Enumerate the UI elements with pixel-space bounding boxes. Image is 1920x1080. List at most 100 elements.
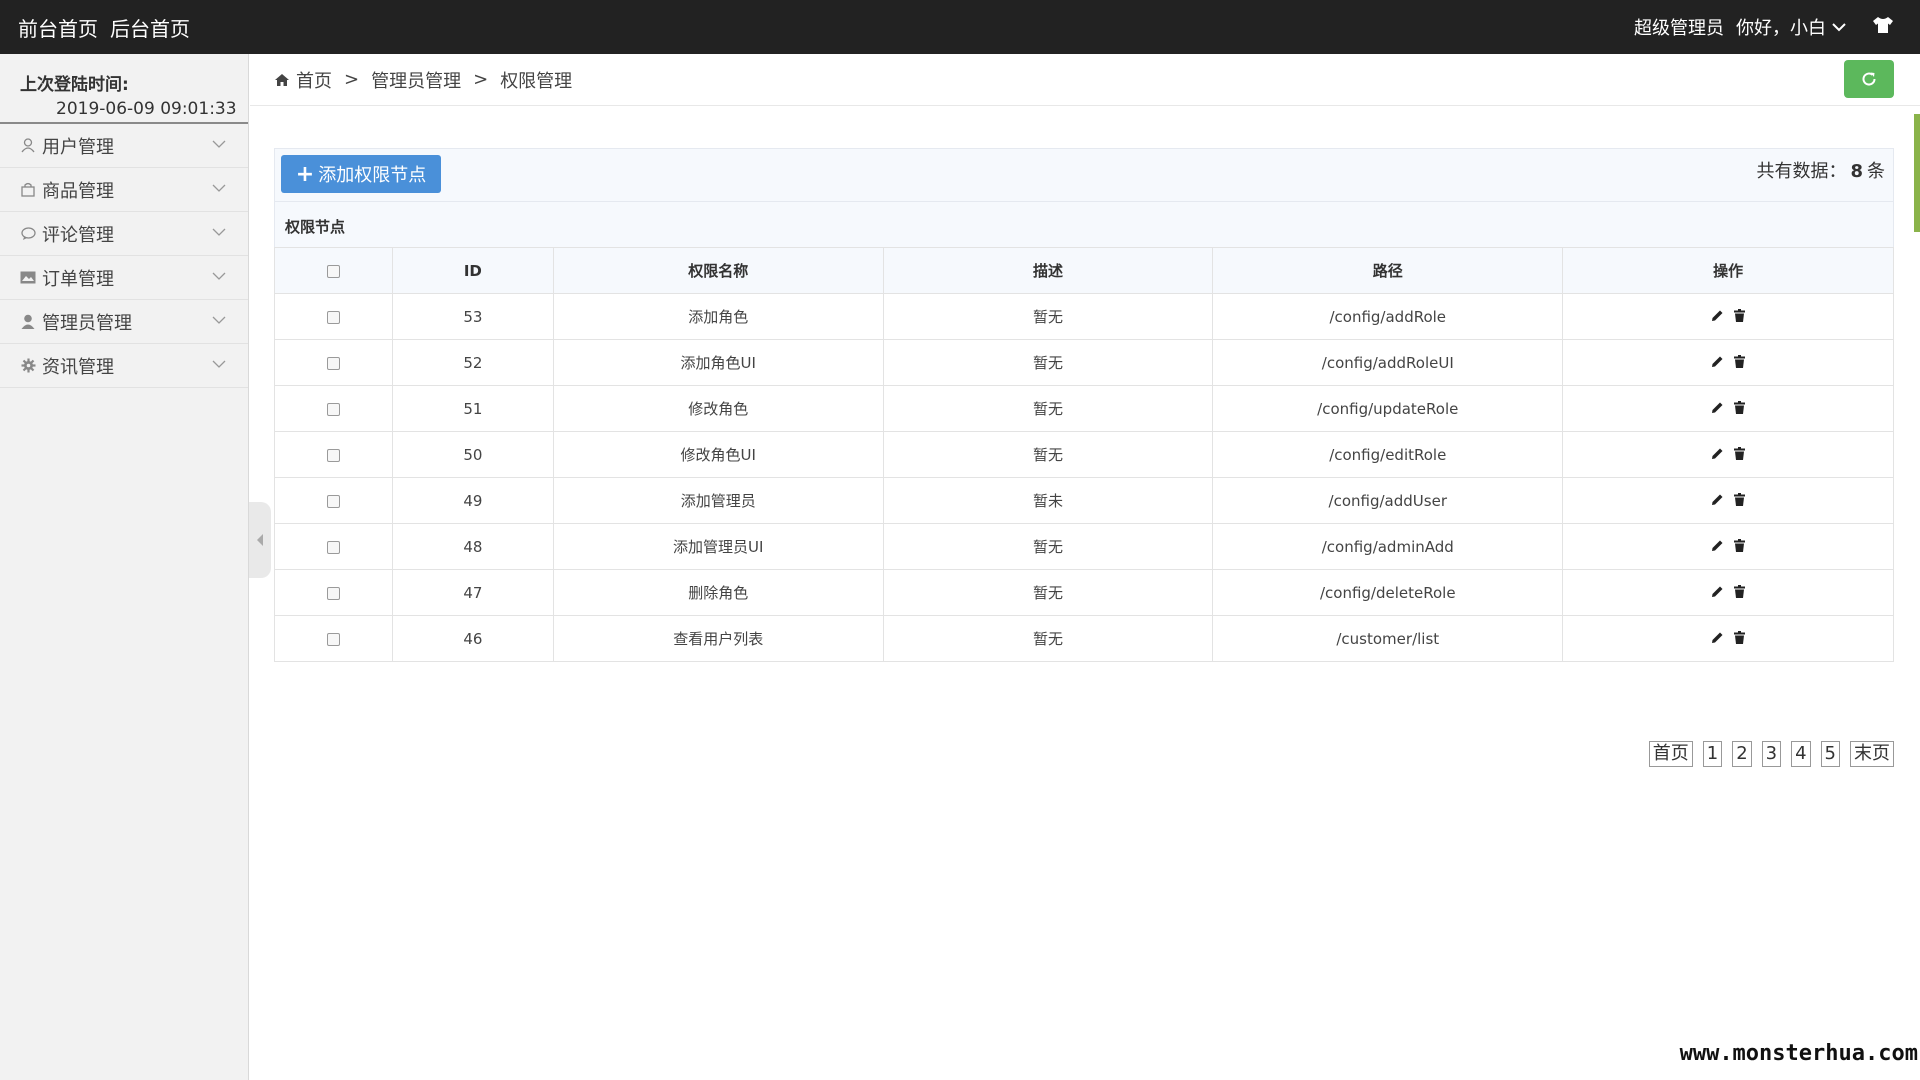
user-solid-icon — [20, 314, 36, 330]
chevron-down-icon — [212, 272, 226, 280]
cell-description: 暂无 — [882, 569, 1214, 616]
row-checkbox[interactable] — [326, 310, 340, 324]
edit-pencil-icon[interactable] — [1711, 355, 1724, 368]
total-count: 共有数据： 8 条 — [1756, 157, 1885, 183]
home-icon — [275, 73, 289, 86]
cell-path: /config/updateRole — [1212, 385, 1564, 432]
backend-home-link[interactable]: 后台首页 — [110, 13, 190, 42]
pager-page-4[interactable]: 4 — [1791, 741, 1811, 767]
select-all-checkbox[interactable] — [326, 264, 340, 278]
cell-id: 53 — [391, 293, 554, 340]
sidebar-item-news[interactable]: 资讯管理 — [0, 344, 248, 388]
column-header: ID — [391, 247, 554, 294]
cell-id: 47 — [391, 569, 554, 616]
shopping-bag-icon — [20, 182, 36, 198]
user-menu-dropdown[interactable]: 你好，小白 — [1736, 14, 1846, 40]
pager-first[interactable]: 首页 — [1648, 741, 1693, 767]
delete-trash-icon[interactable] — [1734, 538, 1746, 552]
last-login-value: 2019-06-09 09:01:33 — [56, 99, 237, 119]
cell-permission-name: 修改角色 — [552, 385, 884, 432]
delete-trash-icon[interactable] — [1734, 354, 1746, 368]
table-row: 52 添加角色UI 暂无/config/addRoleUI — [274, 339, 1894, 386]
edit-pencil-icon[interactable] — [1711, 401, 1724, 414]
delete-trash-icon[interactable] — [1734, 400, 1746, 414]
row-select-cell — [274, 569, 393, 616]
delete-trash-icon[interactable] — [1734, 630, 1746, 644]
row-select-cell — [274, 477, 393, 524]
table-row: 46 查看用户列表 暂无/customer/list — [274, 615, 1894, 662]
sidebar-item-admins[interactable]: 管理员管理 — [0, 300, 248, 344]
row-checkbox[interactable] — [326, 632, 340, 646]
frontend-home-link[interactable]: 前台首页 — [18, 13, 98, 42]
top-user-area: 超级管理员 你好，小白 — [1634, 0, 1894, 54]
cell-permission-name: 添加管理员UI — [552, 523, 884, 570]
pager-page-5[interactable]: 5 — [1820, 741, 1840, 767]
breadcrumb-admin-link[interactable]: 管理员管理 — [371, 67, 461, 93]
edit-pencil-icon[interactable] — [1711, 309, 1724, 322]
row-checkbox[interactable] — [326, 494, 340, 508]
user-greeting: 你好，小白 — [1736, 18, 1826, 39]
edit-pencil-icon[interactable] — [1711, 493, 1724, 506]
sidebar-item-orders[interactable]: 订单管理 — [0, 256, 248, 300]
scroll-indicator — [1914, 114, 1920, 232]
breadcrumb-home-link[interactable]: 首页 — [296, 67, 332, 93]
cell-permission-name: 修改角色UI — [552, 431, 884, 478]
row-checkbox[interactable] — [326, 586, 340, 600]
table-row: 51 修改角色 暂无/config/updateRole — [274, 385, 1894, 432]
table-row: 49 添加管理员 暂未/config/addUser — [274, 477, 1894, 524]
sidebar-item-products[interactable]: 商品管理 — [0, 168, 248, 212]
table-row: 53 添加角色 暂无/config/addRole — [274, 293, 1894, 340]
cell-permission-name: 添加角色 — [552, 293, 884, 340]
row-checkbox[interactable] — [326, 402, 340, 416]
breadcrumb: 首页 > 管理员管理 > 权限管理 — [250, 54, 1920, 106]
chevron-down-icon — [212, 360, 226, 368]
add-permission-node-button[interactable]: + 添加权限节点 — [281, 155, 441, 193]
sidebar-item-label: 用户管理 — [42, 136, 114, 158]
cell-description: 暂无 — [882, 385, 1214, 432]
cell-actions — [1562, 477, 1894, 524]
row-select-cell — [274, 523, 393, 570]
pager-last[interactable]: 末页 — [1850, 741, 1894, 767]
edit-pencil-icon[interactable] — [1711, 539, 1724, 552]
total-suffix: 条 — [1867, 161, 1885, 182]
pager-page-2[interactable]: 2 — [1732, 741, 1752, 767]
edit-pencil-icon[interactable] — [1711, 585, 1724, 598]
main-content: 首页 > 管理员管理 > 权限管理 + 添加权限节点 共有数据： 8 条 权限节点 … — [250, 54, 1920, 1080]
column-header: 权限名称 — [552, 247, 884, 294]
row-checkbox[interactable] — [326, 448, 340, 462]
row-checkbox[interactable] — [326, 540, 340, 554]
row-select-cell — [274, 293, 393, 340]
delete-trash-icon[interactable] — [1734, 584, 1746, 598]
cell-id: 49 — [391, 477, 554, 524]
delete-trash-icon[interactable] — [1734, 446, 1746, 460]
table-row: 47 删除角色 暂无/config/deleteRole — [274, 569, 1894, 616]
cell-actions — [1562, 523, 1894, 570]
chevron-down-icon — [212, 316, 226, 324]
cell-id: 52 — [391, 339, 554, 386]
column-header: 路径 — [1212, 247, 1564, 294]
delete-trash-icon[interactable] — [1734, 308, 1746, 322]
cell-description: 暂无 — [882, 431, 1214, 478]
cell-path: /config/addRole — [1212, 293, 1564, 340]
cell-permission-name: 删除角色 — [552, 569, 884, 616]
cell-actions — [1562, 293, 1894, 340]
edit-pencil-icon[interactable] — [1711, 631, 1724, 644]
sidebar-item-users[interactable]: 用户管理 — [0, 124, 248, 168]
user-outline-icon — [20, 138, 36, 154]
cell-actions — [1562, 339, 1894, 386]
delete-trash-icon[interactable] — [1734, 492, 1746, 506]
pager-page-3[interactable]: 3 — [1761, 741, 1782, 767]
cell-id: 48 — [391, 523, 554, 570]
row-select-cell — [274, 431, 393, 478]
cell-path: /config/addRoleUI — [1212, 339, 1564, 386]
refresh-button[interactable] — [1844, 60, 1894, 98]
edit-pencil-icon[interactable] — [1711, 447, 1724, 460]
row-checkbox[interactable] — [326, 356, 340, 370]
column-header: 操作 — [1562, 247, 1894, 294]
sidebar-item-comments[interactable]: 评论管理 — [0, 212, 248, 256]
picture-card-icon — [20, 270, 36, 286]
sidebar-item-label: 订单管理 — [42, 268, 114, 290]
pager-page-1[interactable]: 1 — [1702, 741, 1723, 767]
skin-tshirt-icon[interactable] — [1872, 16, 1894, 39]
cell-path: /config/adminAdd — [1212, 523, 1564, 570]
